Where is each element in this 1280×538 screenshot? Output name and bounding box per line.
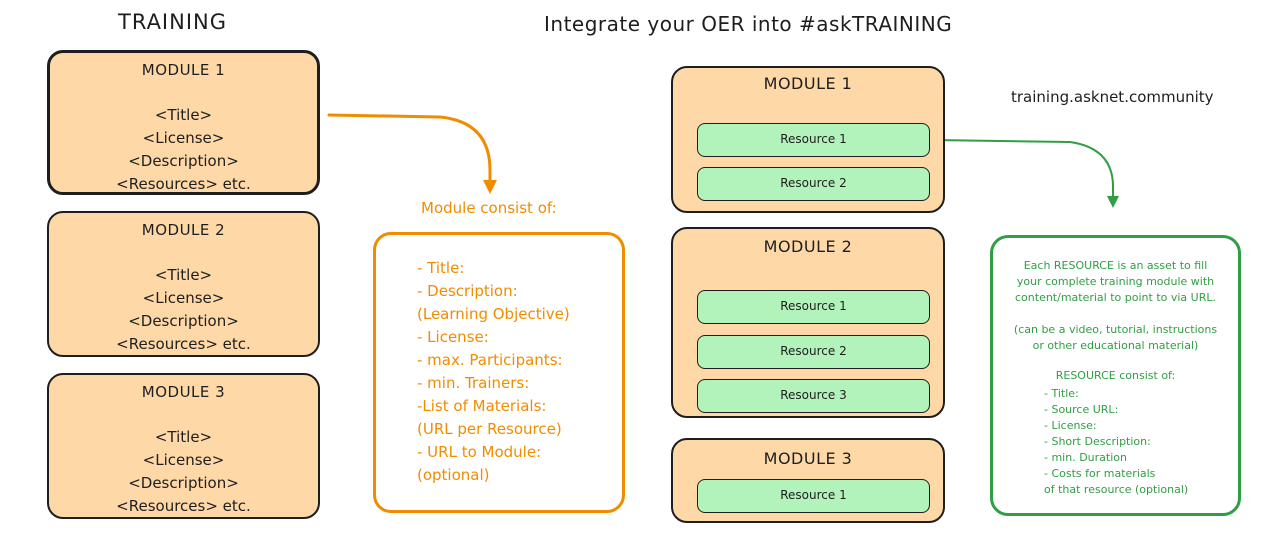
integrate-title: Integrate your OER into #askTRAINING — [544, 12, 953, 36]
consist-line: (URL per Resource) — [417, 420, 562, 438]
site-url: training.asknet.community — [1011, 88, 1214, 106]
module-name: MODULE 1 — [763, 74, 853, 93]
left-module-2: MODULE 2 <Title> <License> <Description>… — [47, 211, 320, 357]
consist-line: - Description: — [417, 282, 518, 300]
module-field: <Resources> etc. — [116, 335, 251, 353]
consist-line: - Title: — [417, 259, 465, 277]
resource-line: - Title: — [1044, 387, 1079, 400]
green-arrowhead — [1107, 196, 1119, 208]
consist-line: (Learning Objective) — [417, 305, 570, 323]
consist-line: - max. Participants: — [417, 351, 563, 369]
resource-consist-heading: RESOURCE consist of: — [1055, 369, 1176, 382]
consist-line: (optional) — [417, 466, 490, 484]
resource-line: - Source URL: — [1044, 403, 1119, 416]
module-field: <Description> — [128, 312, 239, 330]
resource-line: - Costs for materials — [1044, 467, 1156, 480]
consist-line: - License: — [417, 328, 489, 346]
right-module-1: MODULE 1 Resource 1 Resource 2 — [671, 66, 945, 213]
left-module-3: MODULE 3 <Title> <License> <Description>… — [47, 373, 320, 519]
green-arrow — [932, 139, 1114, 198]
consist-line: - URL to Module: — [417, 443, 542, 461]
module-field: <Title> — [154, 106, 213, 124]
resource-line: - min. Duration — [1044, 451, 1127, 464]
resource-box: Resource 1 — [697, 290, 930, 324]
left-module-1: MODULE 1 <Title> <License> <Description>… — [47, 50, 320, 195]
note-line: (can be a video, tutorial, instructions — [1013, 323, 1218, 336]
module-field: <Title> — [154, 428, 213, 446]
module-field: <Description> — [128, 152, 239, 170]
module-field: <Title> — [154, 266, 213, 284]
consist-line: -List of Materials: — [417, 397, 547, 415]
module-name: MODULE 2 — [141, 221, 226, 239]
training-title: TRAINING — [118, 10, 228, 34]
module-name: MODULE 1 — [141, 61, 226, 79]
module-field: <License> — [142, 289, 225, 307]
intro-line: content/material to point to via URL. — [1015, 291, 1216, 304]
resource-box: Resource 1 — [697, 479, 930, 513]
resource-box: Resource 1 — [697, 123, 930, 157]
module-consist-heading: Module consist of: — [421, 199, 557, 217]
module-field: <License> — [142, 129, 225, 147]
resource-box: Resource 3 — [697, 379, 930, 413]
orange-arrowhead — [483, 180, 497, 194]
module-field: <License> — [142, 451, 225, 469]
module-name: MODULE 2 — [763, 237, 853, 256]
module-consist-box: - Title: - Description: (Learning Object… — [373, 232, 625, 513]
module-field: <Description> — [128, 474, 239, 492]
resource-line: - License: — [1044, 419, 1097, 432]
consist-line: - min. Trainers: — [417, 374, 530, 392]
orange-arrow — [327, 113, 492, 184]
resource-line: of that resource (optional) — [1044, 483, 1189, 496]
module-name: MODULE 3 — [763, 449, 853, 468]
right-module-2: MODULE 2 Resource 1 Resource 2 Resource … — [671, 227, 945, 418]
resource-box: Resource 2 — [697, 167, 930, 201]
module-field: <Resources> etc. — [116, 497, 251, 515]
note-line: or other educational material) — [1032, 339, 1199, 352]
resource-box: Resource 2 — [697, 335, 930, 369]
right-module-3: MODULE 3 Resource 1 — [671, 438, 945, 523]
intro-line: your complete training module with — [1016, 275, 1215, 288]
module-name: MODULE 3 — [141, 383, 226, 401]
resource-line: - Short Description: — [1044, 435, 1151, 448]
module-field: <Resources> etc. — [116, 175, 251, 193]
resource-info-box: Each RESOURCE is an asset to fill your c… — [990, 235, 1241, 516]
intro-line: Each RESOURCE is an asset to fill — [1023, 259, 1208, 272]
